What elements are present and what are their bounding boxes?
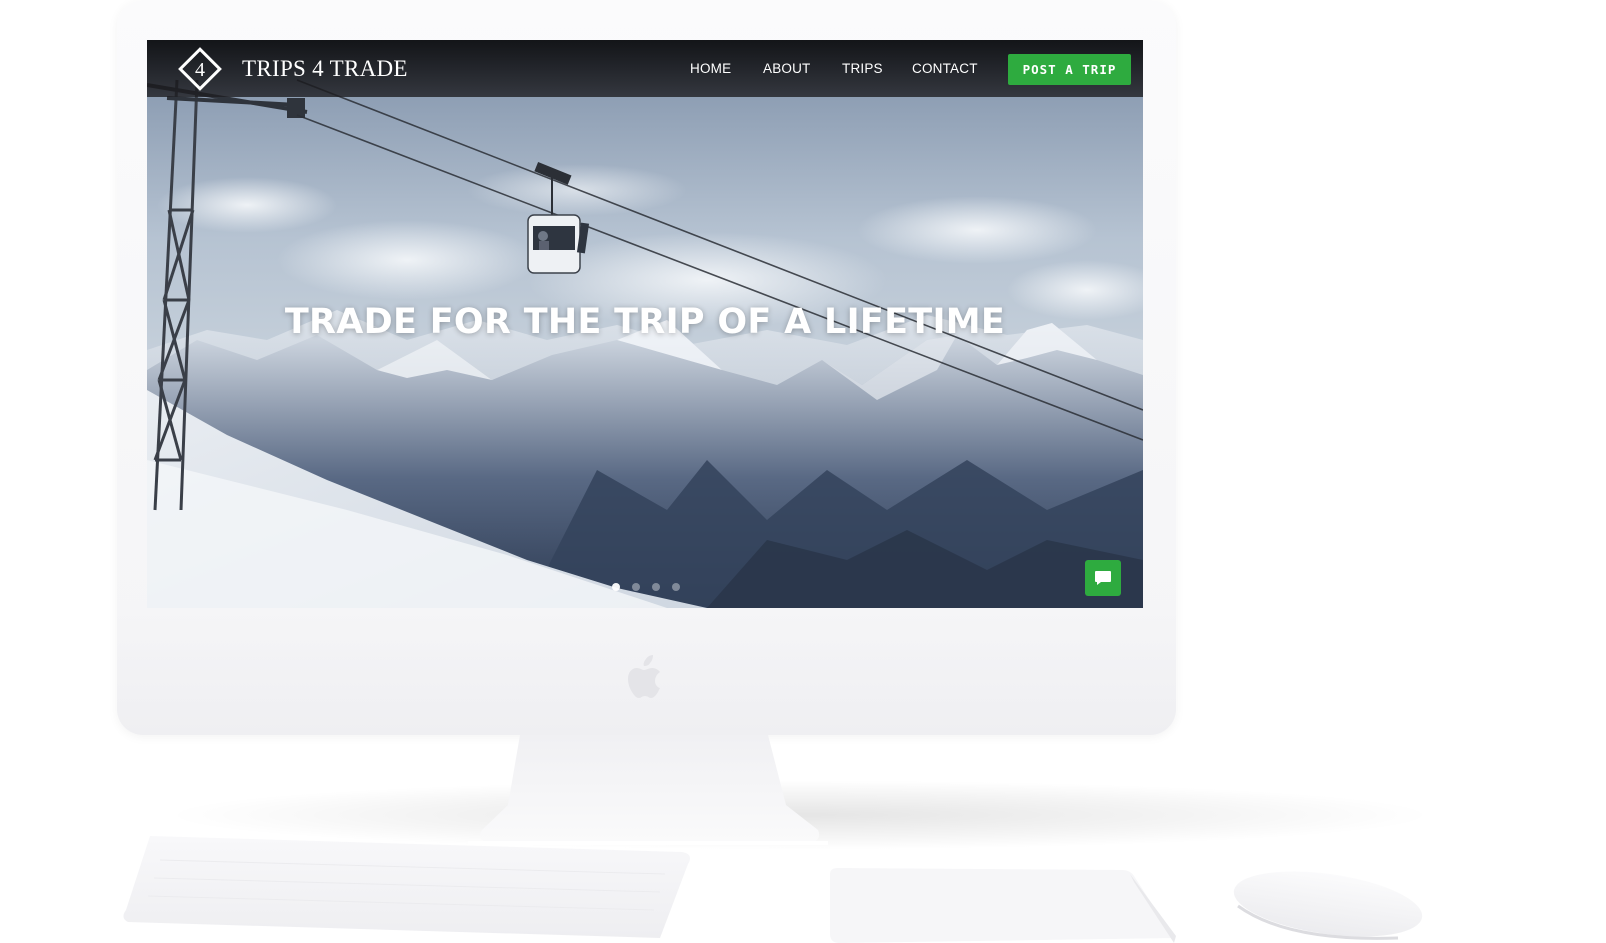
post-a-trip-button[interactable]: POST A TRIP — [1008, 54, 1131, 85]
chat-bubble-icon — [1095, 571, 1111, 585]
chat-button[interactable] — [1085, 560, 1121, 596]
nav-contact-link[interactable]: CONTACT — [912, 61, 978, 76]
slider-dot-3[interactable] — [652, 583, 660, 591]
mouse — [1233, 871, 1423, 940]
slider-dot-4[interactable] — [672, 583, 680, 591]
keyboard — [123, 836, 690, 938]
trackpad — [830, 868, 1176, 943]
brand-name[interactable]: TRIPS 4 TRADE — [242, 56, 408, 82]
slider-dot-2[interactable] — [632, 583, 640, 591]
apple-logo-icon — [628, 655, 660, 698]
slider-dots — [612, 583, 732, 593]
nav-trips-link[interactable]: TRIPS — [842, 61, 883, 76]
diamond-4-logo-icon[interactable]: 4 — [177, 46, 223, 92]
nav-about-link[interactable]: ABOUT — [763, 61, 811, 76]
logo-mark-text: 4 — [195, 59, 205, 81]
hero-heading: TRADE FOR THE TRIP OF A LIFETIME — [284, 302, 1006, 342]
imac-screen: 4 TRIPS 4 TRADE HOME ABOUT TRIPS CONTACT… — [147, 40, 1143, 608]
slider-dot-1[interactable] — [612, 583, 620, 591]
nav-home-link[interactable]: HOME — [690, 61, 731, 76]
